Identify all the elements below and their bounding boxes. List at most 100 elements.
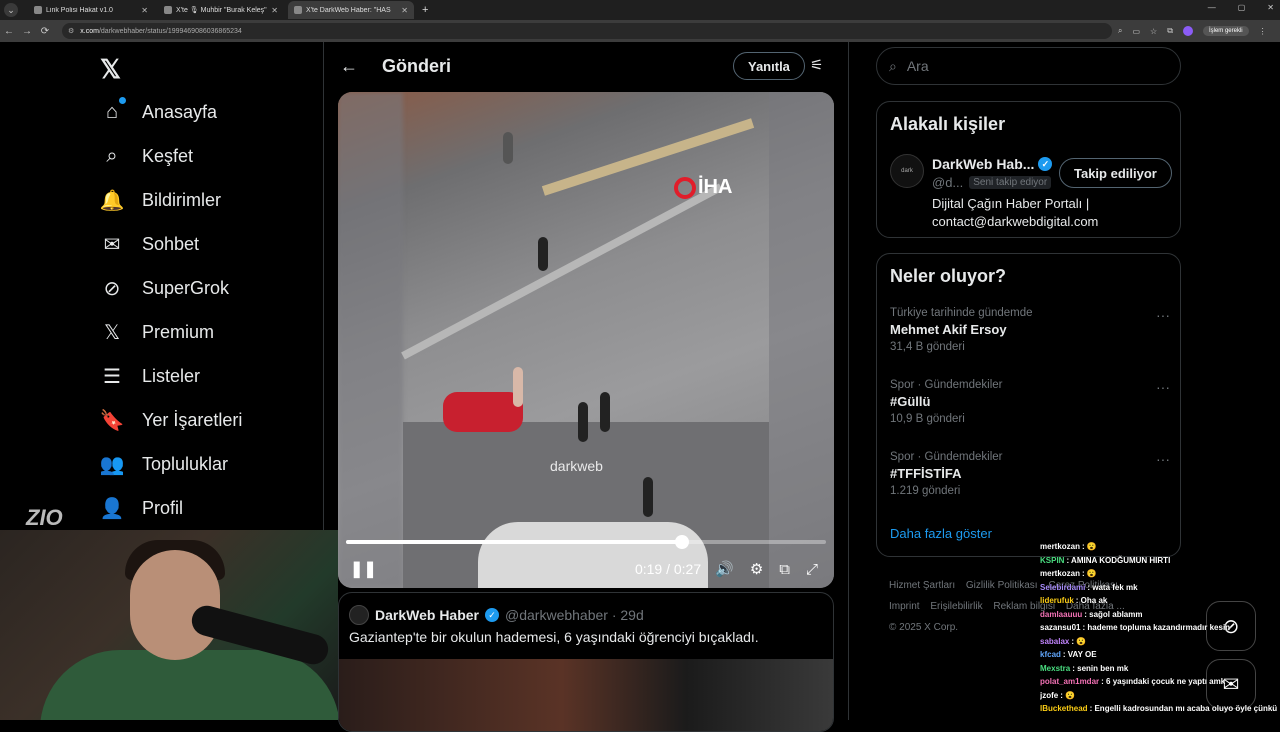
chat-text: : Engelli kadrosundan mı acaba oluyo öyl… (1089, 704, 1278, 713)
sidebar-item-notifications[interactable]: 🔔 Bildirimler (100, 188, 221, 212)
sidebar-item-communities[interactable]: 👥 Topluluklar (99, 452, 229, 476)
chat-message: mertkozan: 😮 (1040, 540, 1280, 554)
chat-message: Mexstra: senin ben mk (1040, 662, 1280, 676)
chat-message: jzofe: 😮 (1040, 689, 1280, 703)
trend-item[interactable]: Spor · Gündemdekiler #Güllü 10,9 B gönde… (890, 379, 1170, 425)
search-icon: ⌕ (889, 57, 897, 74)
quoted-post[interactable]: DarkWeb Haber ✓ @darkwebhaber · 29d Gazi… (338, 592, 834, 732)
browser-tab[interactable]: X'te 🎙 Muhbir "Burak Keleş" ✕ (158, 1, 284, 19)
avatar[interactable]: dark (890, 154, 924, 188)
footer-link[interactable]: Gizlilik Politikası (966, 580, 1038, 591)
more-dots-icon[interactable]: ··· (1156, 451, 1170, 467)
related-user-bio: Dijital Çağın Haber Portalı | contact@da… (932, 196, 1099, 229)
close-tab-icon[interactable]: ✕ (401, 6, 408, 15)
sidebar-item-supergrok[interactable]: ⊘ SuperGrok (100, 276, 229, 300)
browser-tab[interactable]: Link Polisi Hakat v1.0 ✕ (28, 1, 154, 19)
iha-logo: İHA (674, 176, 732, 199)
chat-message: polat_am1mdar: 6 yaşındaki çocuk ne yapt… (1040, 675, 1280, 689)
zoom-icon[interactable]: ⌕ (1118, 26, 1122, 36)
chat-text: : hademe topluma kazandırmadır kesin (1082, 623, 1231, 632)
footer-link[interactable]: Imprint (889, 601, 920, 612)
sidebar-item-profile[interactable]: 👤 Profil (100, 496, 183, 520)
chat-text: : VAY OE (1062, 650, 1097, 659)
more-dots-icon[interactable]: ··· (1156, 379, 1170, 395)
related-user-name[interactable]: DarkWeb Hab... ✓ (932, 156, 1053, 172)
chat-message: kfcad: VAY OE (1040, 648, 1280, 662)
chat-text: : AMINA KODĞUMUN HIRTI (1066, 555, 1171, 565)
reload-icon[interactable]: ⟳ (36, 26, 54, 37)
chat-username: KSPIN (1040, 555, 1065, 565)
forward-nav-icon[interactable]: → (18, 26, 36, 37)
back-arrow-icon[interactable]: ← (340, 56, 358, 77)
stream-chat: mertkozan: 😮 KSPIN: AMINA KODĞUMUN HIRTI m… (1040, 540, 1280, 720)
sidebar-item-chat[interactable]: ✉ Sohbet (100, 232, 199, 256)
bookmark-star-icon[interactable]: ☆ (1150, 27, 1157, 36)
action-required-pill[interactable]: İşlem gerekli (1202, 26, 1249, 36)
volume-icon[interactable]: 🔊 (715, 560, 734, 578)
minimize-icon[interactable]: — (1208, 3, 1216, 12)
show-more-link[interactable]: Daha fazla göster (890, 526, 992, 541)
quoted-post-header: DarkWeb Haber ✓ @darkwebhaber · 29d (349, 605, 644, 625)
pause-icon[interactable]: ❚❚ (350, 559, 377, 579)
card-title: Neler oluyor? (890, 266, 1007, 286)
envelope-icon: ✉ (103, 233, 121, 256)
sidebar-item-premium[interactable]: 𝕏 Premium (100, 320, 214, 344)
chat-username: kfcad (1040, 650, 1061, 659)
new-tab-button[interactable]: + (422, 4, 428, 16)
search-input[interactable]: ⌕ Ara (876, 47, 1181, 85)
chat-text: : 6 yaşındaki çocuk ne yaptı amk (1101, 677, 1226, 686)
sidebar-item-bookmarks[interactable]: 🔖 Yer İşaretleri (100, 408, 243, 432)
fullscreen-icon[interactable]: ⤢ (806, 561, 818, 578)
sidebar-item-explore[interactable]: ⌕ Keşfet (100, 144, 193, 168)
related-people-card: Alakalı kişiler dark DarkWeb Hab... ✓ @d.… (876, 101, 1181, 238)
browser-tab-active[interactable]: X'te DarkWeb Haber: "HAS ✕ (288, 1, 414, 19)
menu-dots-icon[interactable]: ⋮ (1259, 27, 1267, 36)
chat-message: lBuckethead: Engelli kadrosundan mı acab… (1040, 702, 1280, 716)
close-window-icon[interactable]: ✕ (1267, 3, 1274, 12)
chat-message: sabalax: 😮 (1040, 635, 1280, 649)
chat-username: Mexstra (1040, 663, 1071, 673)
address-bar: ← → ⟳ ⚙ x.com/darkwebhaber/status/199946… (0, 20, 1280, 42)
communities-icon: 👥 (99, 453, 125, 476)
close-tab-icon[interactable]: ✕ (141, 6, 148, 15)
cast-icon[interactable]: ▭ (1132, 27, 1140, 36)
video-controls: ❚❚ 0:19 / 0:27 🔊 ⚙ ⧉ ⤢ (338, 554, 834, 584)
chat-username: sazansu01 (1040, 623, 1081, 632)
url-field[interactable]: ⚙ x.com/darkwebhaber/status/199946908603… (62, 23, 1112, 39)
home-icon: ⌂ (100, 97, 126, 124)
quoted-post-image[interactable] (339, 659, 833, 731)
footer-link[interactable]: Erişilebilirlik (930, 601, 982, 612)
reply-button[interactable]: Yanıtla (733, 52, 805, 80)
following-button[interactable]: Takip ediliyor (1059, 158, 1172, 188)
chat-username: jzofe (1040, 690, 1059, 700)
close-tab-icon[interactable]: ✕ (271, 6, 278, 15)
extensions-icon[interactable]: ⧉ (1167, 26, 1173, 36)
profile-avatar[interactable] (1182, 26, 1193, 36)
chat-message: Selebirdami: wata fek mk (1040, 581, 1280, 595)
back-nav-icon[interactable]: ← (0, 26, 18, 37)
video-player[interactable]: İHA darkweb ❚❚ 0:19 / 0:27 🔊 ⚙ ⧉ ⤢ (338, 92, 834, 588)
tab-search-icon[interactable]: ⌄ (4, 3, 18, 17)
site-info-icon[interactable]: ⚙ (68, 27, 74, 35)
quoted-post-text: Gaziantep'te bir okulun hademesi, 6 yaşı… (349, 629, 759, 645)
column-divider (848, 42, 849, 720)
video-progress-bar[interactable] (346, 535, 826, 549)
card-title: Alakalı kişiler (890, 114, 1006, 134)
x-premium-icon: 𝕏 (103, 321, 121, 344)
maximize-icon[interactable]: ▢ (1238, 3, 1246, 12)
verified-badge-icon: ✓ (1038, 157, 1053, 171)
progress-handle[interactable] (675, 535, 689, 549)
settings-gear-icon[interactable]: ⚙ (750, 560, 763, 578)
sidebar-item-lists[interactable]: ☰ Listeler (100, 364, 200, 388)
footer-link[interactable]: Hizmet Şartları (889, 580, 955, 591)
trend-item[interactable]: Türkiye tarihinde gündemde Mehmet Akif E… (890, 307, 1170, 353)
x-logo[interactable]: 𝕏 (100, 54, 121, 85)
sliders-icon[interactable]: ⚟ (810, 56, 823, 74)
more-dots-icon[interactable]: ··· (1156, 307, 1170, 323)
pip-icon[interactable]: ⧉ (779, 561, 790, 578)
chat-text: : 😮 (1060, 690, 1076, 700)
trend-item[interactable]: Spor · Gündemdekiler #TFFİSTİFA 1.219 gö… (890, 451, 1170, 497)
sidebar-item-home[interactable]: ⌂ Anasayfa (100, 97, 217, 124)
video-time: 0:19 / 0:27 (634, 561, 702, 577)
video-frame (338, 92, 834, 588)
